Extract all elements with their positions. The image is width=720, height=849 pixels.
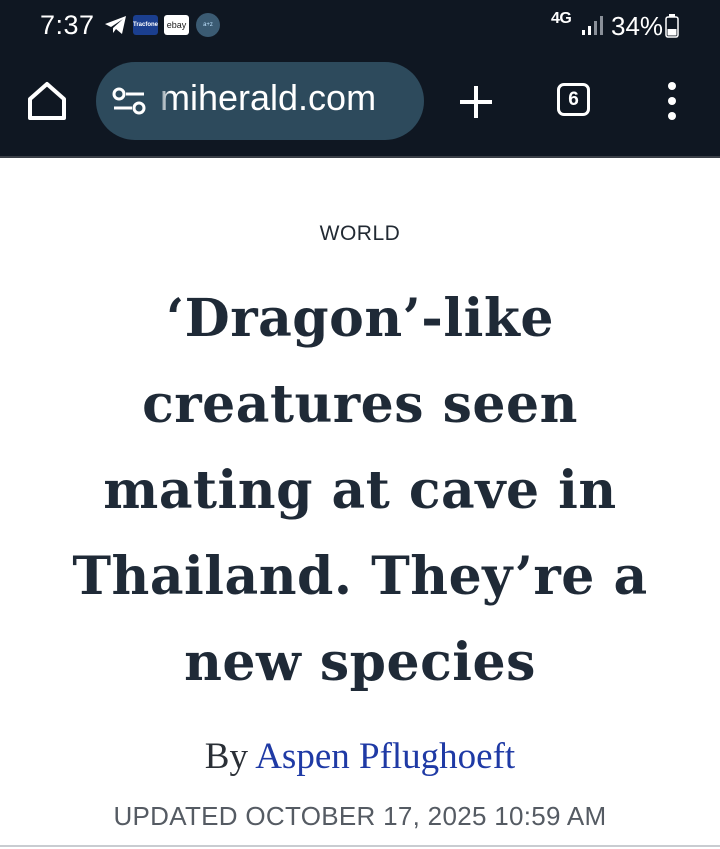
network-indicator: 4G bbox=[551, 10, 572, 27]
new-tab-icon[interactable] bbox=[456, 82, 496, 122]
status-time: 7:37 bbox=[40, 10, 95, 40]
telegram-icon bbox=[105, 16, 126, 34]
divider bbox=[0, 845, 720, 847]
url-text: miherald.com bbox=[160, 77, 377, 118]
author-link[interactable]: Aspen Pflughoeft bbox=[255, 736, 515, 777]
article-headline: ‘Dragon’-like creatures seen mating at c… bbox=[72, 288, 648, 693]
site-settings-icon[interactable] bbox=[112, 86, 146, 116]
url-fade bbox=[154, 62, 170, 140]
battery-icon bbox=[665, 14, 679, 38]
toolbar-divider bbox=[0, 156, 720, 158]
tab-switcher-button[interactable]: 6 bbox=[557, 83, 590, 116]
byline: By Aspen Pflughoeft bbox=[0, 735, 720, 778]
home-icon[interactable] bbox=[24, 78, 70, 124]
ebay-icon: ebay bbox=[164, 15, 189, 35]
url-bar[interactable]: miherald.com bbox=[96, 62, 424, 140]
sports-app-icon: a+z bbox=[196, 13, 220, 37]
status-bar: 7:37 Tracfone ebay a+z 4G 34% bbox=[0, 0, 720, 52]
byline-prefix: By bbox=[204, 736, 248, 777]
section-label[interactable]: WORLD bbox=[0, 222, 720, 246]
signal-icon bbox=[582, 16, 603, 35]
more-vert-icon[interactable] bbox=[660, 80, 684, 122]
tracfone-icon: Tracfone bbox=[133, 15, 158, 35]
updated-timestamp: UPDATED OCTOBER 17, 2025 10:59 AM bbox=[113, 801, 607, 831]
battery-percent: 34% bbox=[611, 11, 664, 41]
